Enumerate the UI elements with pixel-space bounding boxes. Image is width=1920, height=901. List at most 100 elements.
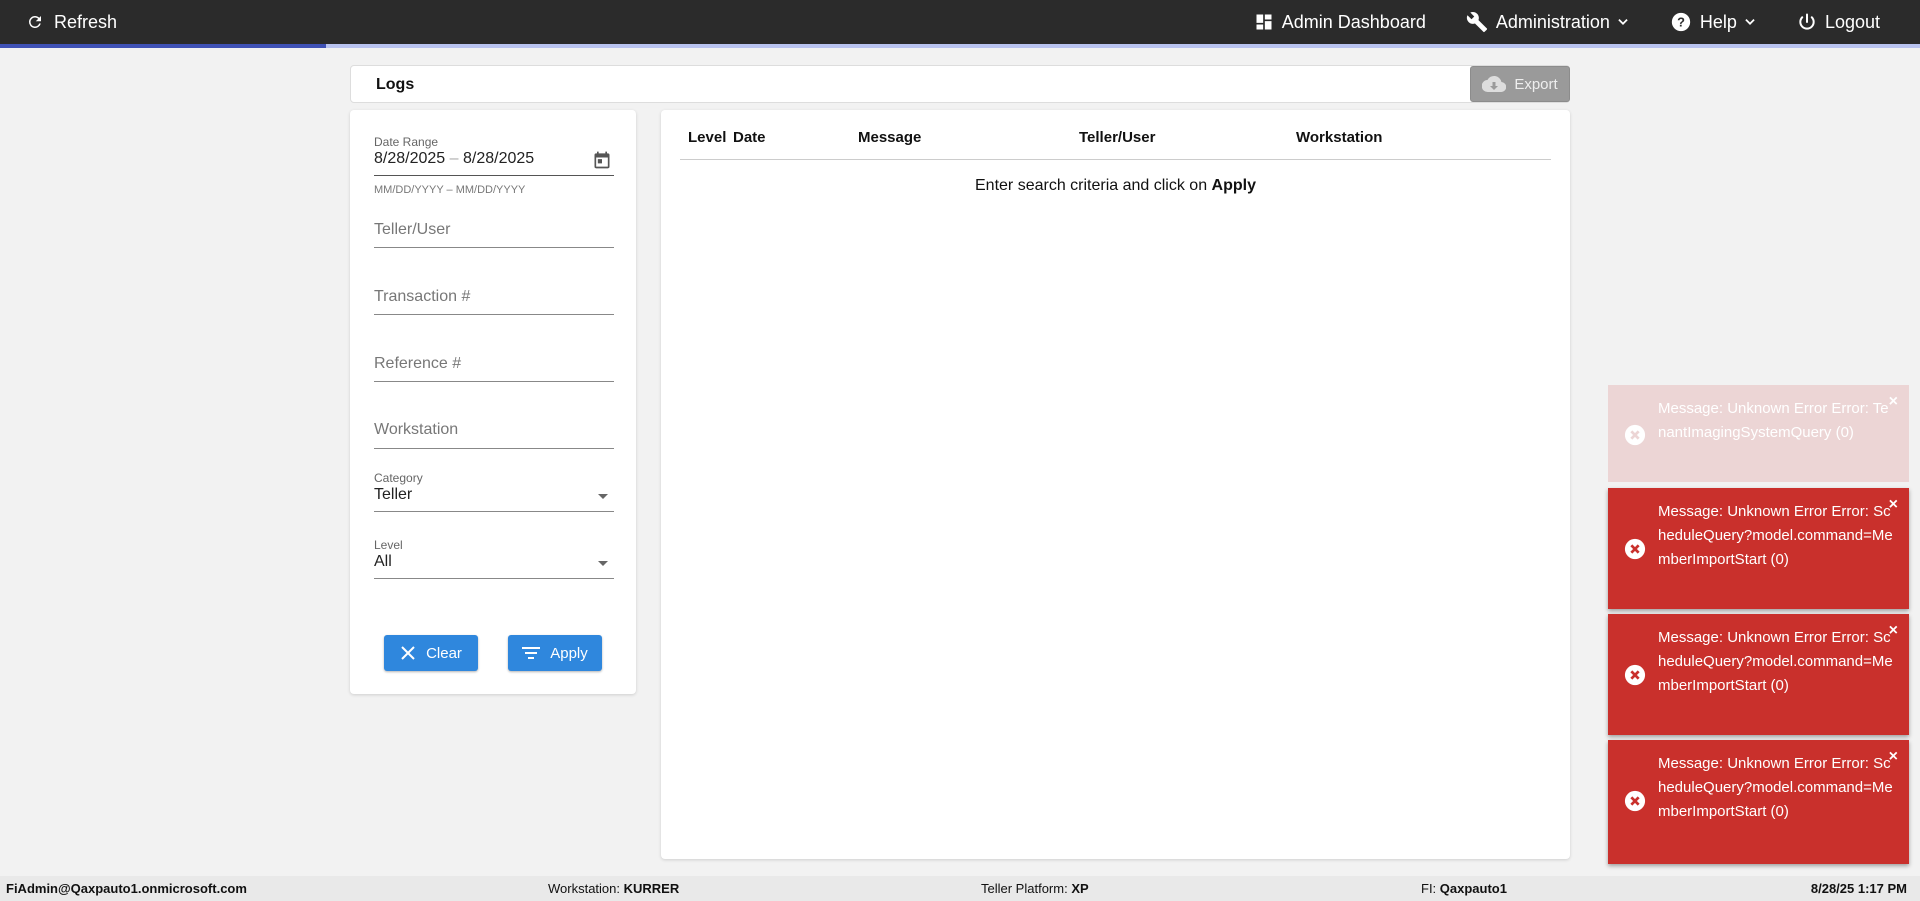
reference-input[interactable]: Reference #	[374, 355, 614, 373]
nav-logout-label: Logout	[1824, 11, 1880, 32]
nav-admin-dashboard-label: Admin Dashboard	[1281, 11, 1426, 32]
column-header-message[interactable]: Message	[858, 129, 921, 146]
toast-close-icon[interactable]: ×	[1889, 393, 1898, 411]
date-range-label: Date Range	[374, 135, 439, 149]
status-workstation-label: Workstation:	[548, 881, 624, 896]
workstation-field[interactable]: Workstation	[374, 421, 614, 457]
teller-user-underline	[374, 247, 614, 248]
error-circle-icon	[1624, 424, 1646, 446]
workstation-input[interactable]: Workstation	[374, 421, 614, 439]
error-toast[interactable]: Message: Unknown Error Error: TenantImag…	[1608, 385, 1909, 482]
toast-message: Message: Unknown Error Error: TenantImag…	[1658, 400, 1889, 441]
workstation-underline	[374, 448, 614, 449]
status-platform-label: Teller Platform:	[981, 881, 1072, 896]
status-platform: Teller Platform: XP	[981, 876, 1089, 901]
status-bar: FiAdmin@Qaxpauto1.onmicrosoft.com Workst…	[0, 876, 1920, 901]
status-datetime-value: 8/28/25 1:17 PM	[1810, 881, 1907, 896]
refresh-button[interactable]: Refresh	[26, 0, 117, 44]
status-platform-value: XP	[1071, 881, 1089, 896]
nav-admin-dashboard[interactable]: Admin Dashboard	[1254, 12, 1426, 33]
page-title: Logs	[376, 76, 415, 93]
date-range-field[interactable]: Date Range 8/28/2025 – 8/28/2025 MM/DD/Y…	[374, 135, 614, 196]
cloud-download-icon	[1482, 75, 1507, 93]
error-toast[interactable]: Message: Unknown Error Error: ScheduleQu…	[1608, 614, 1909, 735]
clear-button[interactable]: Clear	[384, 635, 478, 671]
teller-user-input[interactable]: Teller/User	[374, 221, 614, 239]
chevron-down-icon	[1618, 19, 1628, 25]
progress-fill	[0, 44, 327, 48]
nav-help-label: Help	[1699, 11, 1737, 32]
apply-label: Apply	[550, 644, 588, 662]
date-range-underline	[374, 175, 614, 176]
export-button[interactable]: Export	[1470, 66, 1570, 102]
help-icon: ?	[1671, 12, 1691, 32]
chevron-down-icon	[1745, 19, 1755, 25]
error-circle-icon	[1624, 664, 1646, 686]
close-icon	[401, 646, 415, 660]
reference-field[interactable]: Reference #	[374, 355, 614, 391]
status-workstation: Workstation: KURRER	[548, 876, 679, 901]
date-end[interactable]: 8/28/2025	[463, 150, 534, 167]
apply-button[interactable]: Apply	[508, 635, 602, 671]
category-label: Category	[374, 471, 423, 485]
dropdown-arrow-icon[interactable]	[598, 494, 608, 499]
nav-help[interactable]: ? Help	[1670, 11, 1757, 33]
empty-state-message: Enter search criteria and click on Apply	[661, 177, 1570, 195]
svg-text:?: ?	[1677, 15, 1685, 30]
power-icon	[1799, 13, 1815, 30]
toast-close-icon[interactable]: ×	[1889, 622, 1898, 640]
top-nav-bar: Refresh Admin Dashboard Administration ?…	[0, 0, 1920, 44]
teller-user-field[interactable]: Teller/User	[374, 221, 614, 257]
loading-progress-bar	[0, 44, 1920, 48]
empty-state-text: Enter search criteria and click on	[975, 177, 1212, 194]
filter-panel: Date Range 8/28/2025 – 8/28/2025 MM/DD/Y…	[350, 110, 636, 694]
refresh-label: Refresh	[54, 11, 118, 32]
status-user-value: FiAdmin@Qaxpauto1.onmicrosoft.com	[6, 881, 247, 896]
level-select[interactable]: Level All	[374, 538, 614, 582]
nav-administration[interactable]: Administration	[1466, 11, 1630, 33]
clear-label: Clear	[426, 644, 462, 662]
toast-close-icon[interactable]: ×	[1889, 496, 1898, 514]
dropdown-arrow-icon[interactable]	[598, 561, 608, 566]
status-fi-label: FI:	[1421, 881, 1440, 896]
date-range-value[interactable]: 8/28/2025 – 8/28/2025	[374, 150, 614, 168]
category-select[interactable]: Category Teller	[374, 471, 614, 515]
error-toast[interactable]: Message: Unknown Error Error: ScheduleQu…	[1608, 740, 1909, 864]
wrench-icon	[1466, 12, 1487, 33]
filter-icon	[522, 647, 541, 659]
level-underline	[374, 578, 614, 579]
dashboard-icon	[1256, 14, 1272, 30]
status-user: FiAdmin@Qaxpauto1.onmicrosoft.com	[6, 876, 247, 901]
status-fi: FI: Qaxpauto1	[1421, 876, 1507, 901]
toast-message: Message: Unknown Error Error: ScheduleQu…	[1658, 503, 1893, 568]
empty-state-action: Apply	[1211, 177, 1256, 194]
column-header-date[interactable]: Date	[733, 129, 766, 146]
column-header-level[interactable]: Level	[688, 129, 726, 146]
export-label: Export	[1514, 75, 1558, 93]
toast-message: Message: Unknown Error Error: ScheduleQu…	[1658, 755, 1893, 820]
transaction-input[interactable]: Transaction #	[374, 288, 614, 306]
logs-header: Logs Export	[350, 65, 1570, 103]
category-underline	[374, 511, 614, 512]
status-datetime: 8/28/25 1:17 PM	[1811, 876, 1907, 901]
nav-menu: Admin Dashboard Administration ? Help Lo…	[1254, 0, 1920, 44]
date-range-hint: MM/DD/YYYY – MM/DD/YYYY	[374, 184, 526, 196]
level-value[interactable]: All	[374, 553, 614, 571]
error-circle-icon	[1624, 538, 1646, 560]
date-start[interactable]: 8/28/2025	[374, 150, 445, 167]
toast-close-icon[interactable]: ×	[1889, 748, 1898, 766]
refresh-icon	[28, 15, 41, 28]
status-workstation-value: KURRER	[623, 881, 680, 896]
nav-logout[interactable]: Logout	[1797, 12, 1880, 33]
column-header-teller-user[interactable]: Teller/User	[1079, 129, 1155, 146]
column-header-workstation[interactable]: Workstation	[1296, 129, 1382, 146]
category-value[interactable]: Teller	[374, 486, 614, 504]
transaction-field[interactable]: Transaction #	[374, 288, 614, 324]
toast-message: Message: Unknown Error Error: ScheduleQu…	[1658, 629, 1893, 694]
transaction-underline	[374, 314, 614, 315]
error-toast[interactable]: Message: Unknown Error Error: ScheduleQu…	[1608, 488, 1909, 609]
status-fi-value: Qaxpauto1	[1439, 881, 1507, 896]
error-circle-icon	[1624, 790, 1646, 812]
calendar-icon[interactable]	[592, 150, 612, 170]
date-separator: –	[449, 150, 459, 167]
